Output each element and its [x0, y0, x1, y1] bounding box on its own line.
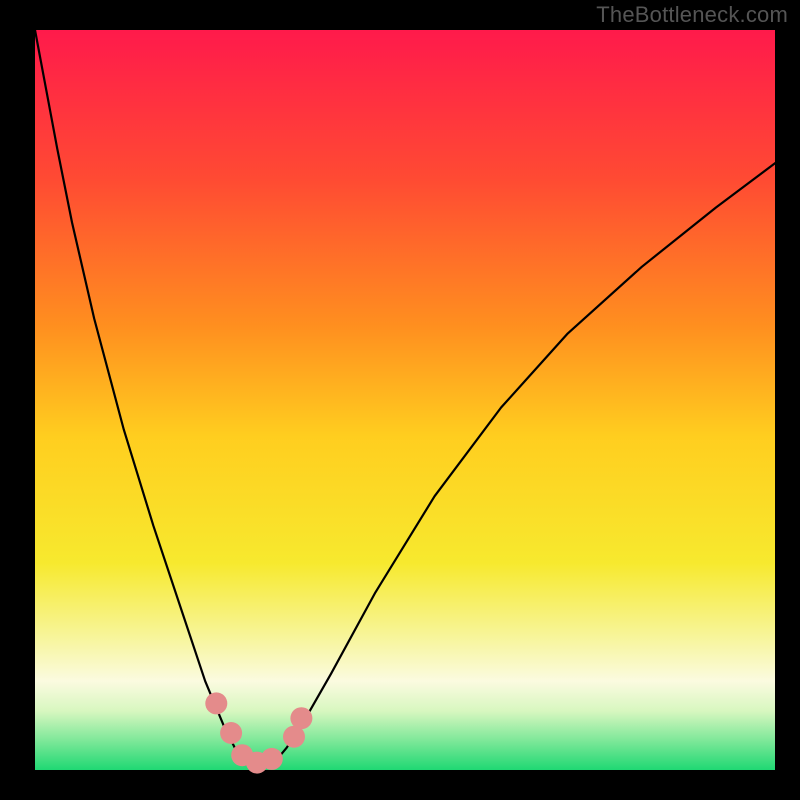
curve-marker [220, 722, 242, 744]
curve-marker [261, 748, 283, 770]
curve-marker [205, 692, 227, 714]
chart-svg [0, 0, 800, 800]
chart-frame: TheBottleneck.com [0, 0, 800, 800]
curve-marker [290, 707, 312, 729]
plot-background [35, 30, 775, 770]
